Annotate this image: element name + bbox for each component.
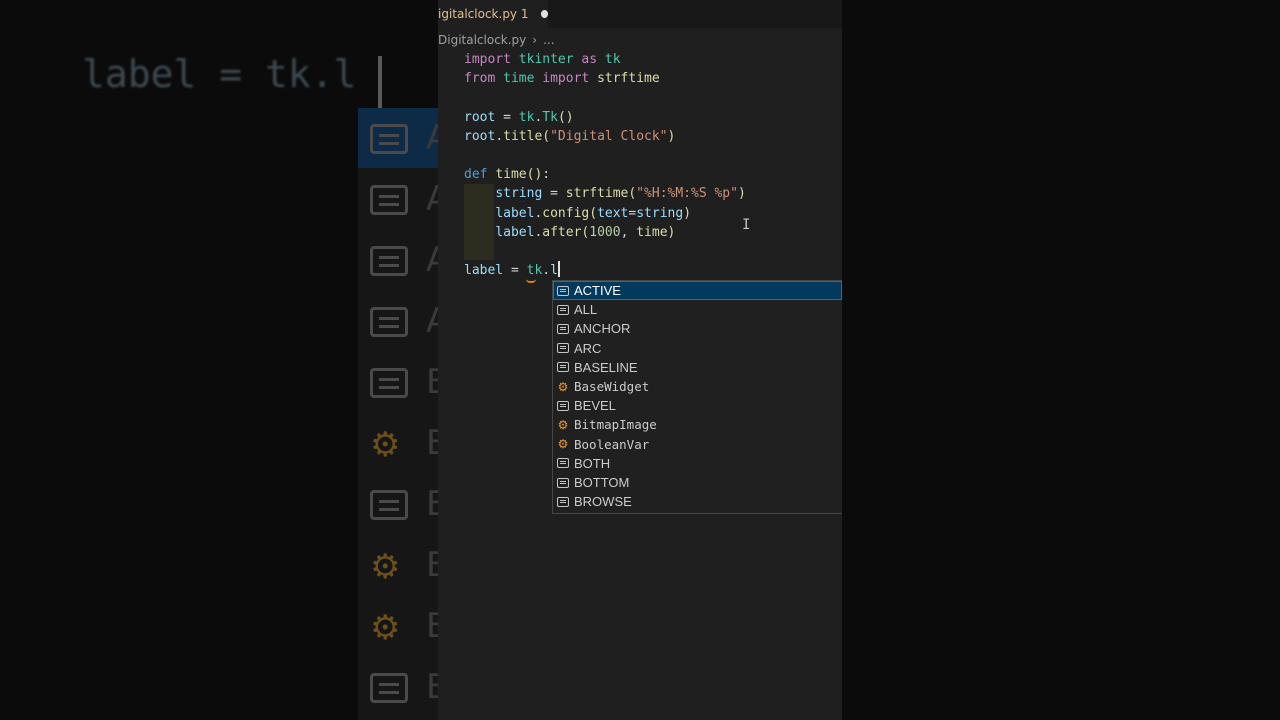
zoomed-suggest-row: A: [358, 291, 449, 351]
suggest-item-both[interactable]: BOTH: [553, 454, 842, 473]
suggest-item-active[interactable]: ACTIVE: [553, 281, 842, 300]
zoomed-class-icon: ⚙: [370, 608, 401, 648]
suggest-item-label: ALL: [574, 302, 598, 318]
zoomed-suggest-row: ⚙B: [358, 413, 449, 473]
constant-icon: [555, 360, 571, 374]
autocomplete-suggest-widget[interactable]: ACTIVE ALL ANCHOR ARC BASELINE ⚙ BaseWidget BEV…: [552, 280, 842, 514]
zoomed-class-icon: ⚙: [370, 547, 401, 587]
suggest-item-label: BROWSE: [574, 494, 632, 510]
suggest-item-arc[interactable]: ARC: [553, 339, 842, 358]
code-line-4: root = tk.Tk(): [464, 109, 574, 125]
constant-icon: [555, 284, 571, 298]
class-icon: ⚙: [557, 417, 569, 432]
constant-icon: [555, 476, 571, 490]
zoomed-constant-icon: [370, 124, 408, 154]
suggest-item-bitmapimage[interactable]: ⚙ BitmapImage: [553, 415, 842, 434]
zoomed-suggest-row: ⚙B: [358, 596, 449, 656]
zoomed-suggest-row: B: [358, 352, 449, 412]
suggest-item-bottom[interactable]: BOTTOM: [553, 473, 842, 492]
constant-icon: [555, 341, 571, 355]
zoomed-code-line: label = tk.l: [82, 52, 357, 96]
zoomed-constant-icon: [370, 673, 408, 703]
suggest-item-label: BitmapImage: [574, 417, 657, 433]
constant-icon: [555, 456, 571, 470]
zoomed-suggest-row: B: [358, 474, 449, 534]
code-line-5: root.title("Digital Clock"): [464, 128, 676, 144]
warning-squiggle: [526, 277, 536, 283]
code-line-2: from time import strftime: [464, 71, 660, 87]
zoomed-constant-icon: [370, 246, 408, 276]
constant-icon: [555, 495, 571, 509]
zoomed-suggest-row: ⚙B: [358, 535, 449, 595]
constant-icon: [555, 303, 571, 317]
code-line-1: import tkinter as tk: [464, 52, 621, 67]
zoomed-caret: [378, 56, 382, 108]
tab-bar: igitalclock.py 1: [438, 0, 842, 28]
suggest-item-label: ARC: [574, 340, 602, 356]
suggest-item-label: BEVEL: [574, 398, 616, 414]
breadcrumb: Digitalclock.py › ...: [438, 30, 555, 50]
zoomed-suggest-row: A: [358, 108, 449, 168]
text-caret: [557, 261, 560, 278]
constant-icon: [555, 399, 571, 413]
suggest-item-label: BASELINE: [574, 359, 638, 375]
unsaved-dot-icon[interactable]: [540, 10, 548, 18]
tab-digitalclock[interactable]: igitalclock.py 1: [438, 0, 548, 28]
code-area[interactable]: import tkinter as tk from time import st…: [464, 50, 746, 280]
zoomed-suggest-row: A: [358, 230, 449, 290]
suggest-item-label: BaseWidget: [574, 379, 650, 394]
code-line-7: def time():: [464, 167, 551, 183]
code-line-12: label = tk.l: [464, 261, 560, 279]
code-line-10: label.after(1000, time): [495, 224, 676, 240]
code-line-9: label.config(text=string): [495, 205, 692, 221]
suggest-item-baseline[interactable]: BASELINE: [553, 358, 842, 377]
constant-icon: [555, 322, 571, 336]
zoomed-class-icon: ⚙: [370, 425, 401, 465]
chevron-right-icon: ›: [532, 33, 538, 47]
suggest-item-label: BooleanVar: [574, 436, 650, 452]
suggest-item-basewidget[interactable]: ⚙ BaseWidget: [553, 377, 842, 396]
suggest-item-label: ANCHOR: [574, 321, 631, 337]
breadcrumb-file[interactable]: Digitalclock.py: [438, 33, 526, 47]
zoomed-constant-icon: [370, 185, 408, 215]
suggest-item-label: BOTH: [574, 455, 611, 471]
class-icon: ⚙: [557, 437, 569, 452]
zoomed-constant-icon: [370, 490, 408, 520]
tab-filename: igitalclock.py 1: [438, 7, 529, 21]
suggest-item-label: ACTIVE: [574, 283, 621, 298]
suggest-item-bevel[interactable]: BEVEL: [553, 396, 842, 415]
zoomed-suggest-row: B: [358, 657, 449, 717]
suggest-item-all[interactable]: ALL: [553, 300, 842, 319]
suggest-item-browse[interactable]: BROWSE: [553, 492, 842, 511]
class-icon: ⚙: [557, 379, 569, 394]
suggest-item-label: BOTTOM: [574, 475, 630, 490]
zoomed-constant-icon: [370, 368, 408, 398]
suggest-item-anchor[interactable]: ANCHOR: [553, 319, 842, 338]
breadcrumb-more[interactable]: ...: [543, 33, 554, 47]
zoomed-suggest-row: A: [358, 169, 449, 229]
suggest-item-booleanvar[interactable]: ⚙ BooleanVar: [553, 435, 842, 454]
code-line-8: string = strftime("%H:%M:%S %p"): [495, 186, 746, 202]
ibeam-cursor-icon: I: [742, 217, 751, 233]
zoomed-constant-icon: [370, 307, 408, 337]
